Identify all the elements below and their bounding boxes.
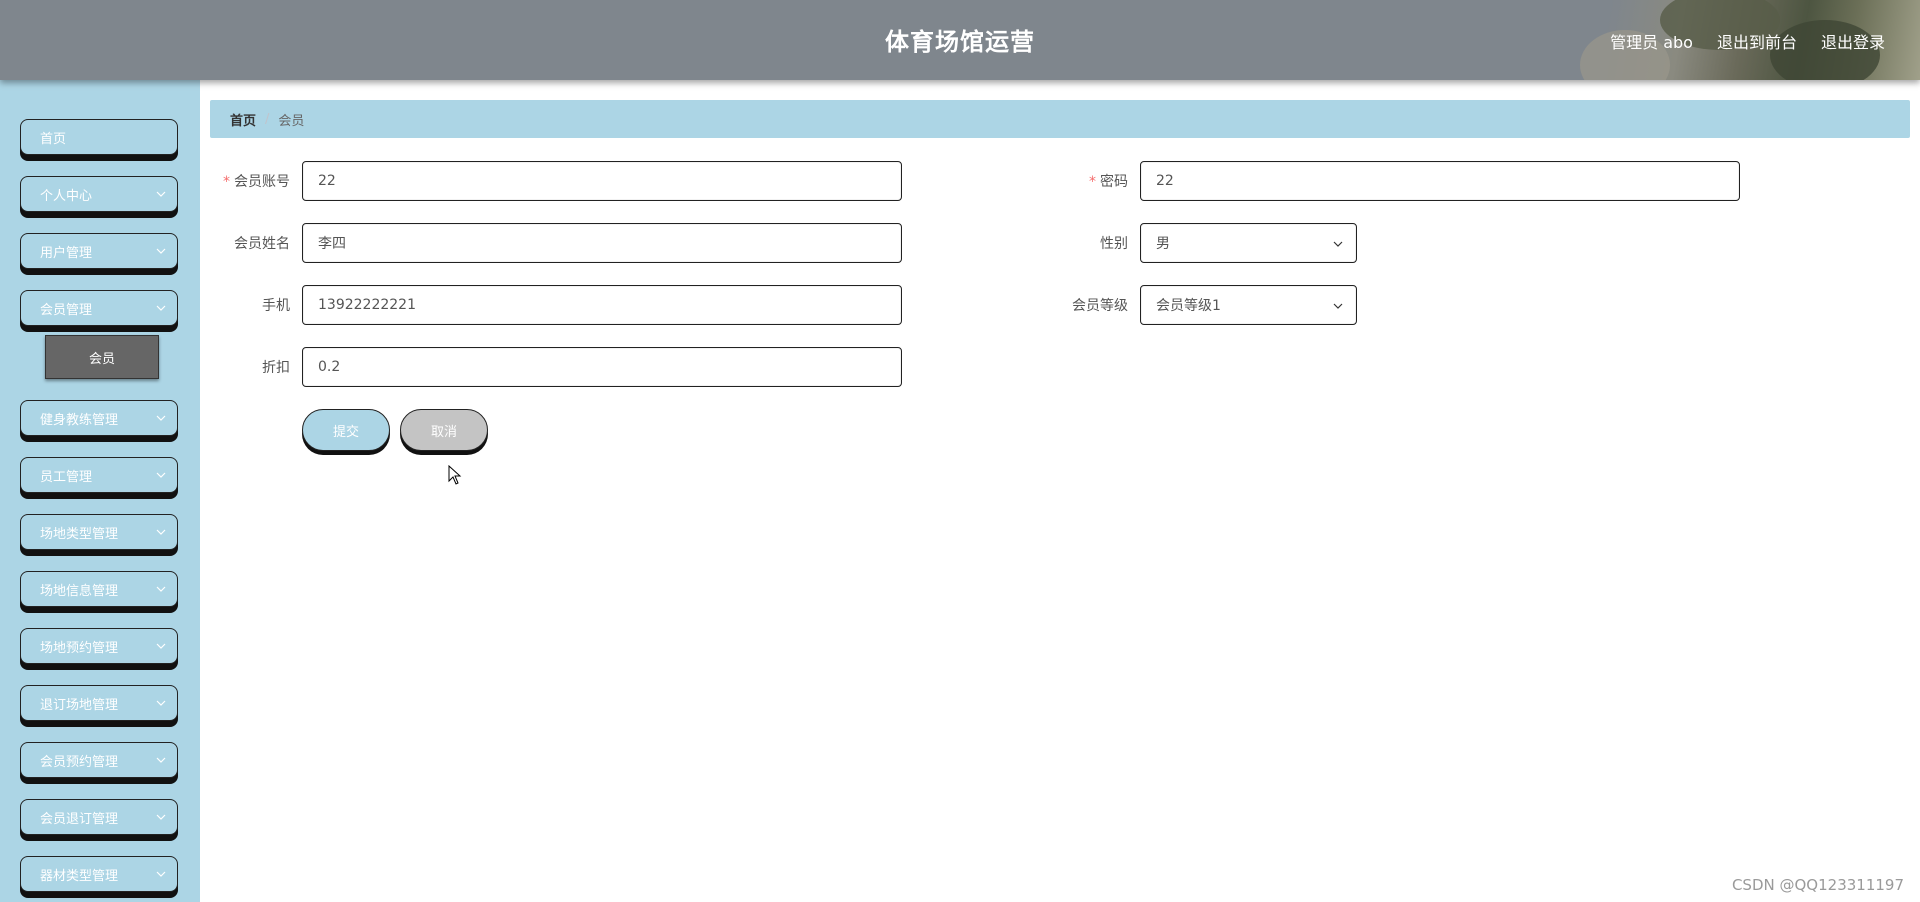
sidebar-item-label: 首页 — [40, 131, 67, 147]
account-label: * 会员账号 — [170, 171, 290, 191]
name-input[interactable]: 李四 — [302, 223, 902, 263]
sidebar-item-venue-cancel-management[interactable]: 退订场地管理 — [20, 685, 178, 721]
member-level-select[interactable]: 会员等级1 — [1140, 285, 1357, 325]
sidebar-subitem-member[interactable]: 会员 — [45, 335, 159, 379]
breadcrumb: 首页 / 会员 — [210, 100, 1910, 138]
exit-to-frontend-link[interactable]: 退出到前台 — [1717, 29, 1797, 53]
sidebar-item-label: 会员管理 — [40, 302, 93, 318]
sidebar: 首页 个人中心 用户管理 会员管理 会员 健身教练管理 员工管理 场地类型管理 … — [0, 80, 200, 902]
password-label-text: 密码 — [1100, 174, 1128, 190]
gender-select-value: 男 — [1156, 236, 1170, 252]
gender-select[interactable]: 男 — [1140, 223, 1357, 263]
chevron-down-icon — [156, 415, 166, 421]
sidebar-item-label: 退订场地管理 — [40, 697, 119, 713]
chevron-down-icon — [156, 472, 166, 478]
sidebar-item-user-management[interactable]: 用户管理 — [20, 233, 178, 269]
discount-input[interactable]: 0.2 — [302, 347, 902, 387]
account-input[interactable]: 22 — [302, 161, 902, 201]
sidebar-item-venue-info-management[interactable]: 场地信息管理 — [20, 571, 178, 607]
sidebar-item-label: 用户管理 — [40, 245, 93, 261]
sidebar-item-label: 场地预约管理 — [40, 640, 119, 656]
sidebar-item-equipment-type-management[interactable]: 器材类型管理 — [20, 856, 178, 892]
discount-label-text: 折扣 — [262, 360, 290, 376]
breadcrumb-current: 会员 — [278, 113, 305, 129]
sidebar-item-label: 员工管理 — [40, 469, 93, 485]
admin-user-label: 管理员 abo — [1610, 33, 1693, 52]
sidebar-item-member-cancel-management[interactable]: 会员退订管理 — [20, 799, 178, 835]
sidebar-item-staff-management[interactable]: 员工管理 — [20, 457, 178, 493]
breadcrumb-home[interactable]: 首页 — [230, 110, 256, 129]
submit-button-label: 提交 — [332, 424, 359, 440]
sidebar-item-venue-booking-management[interactable]: 场地预约管理 — [20, 628, 178, 664]
sidebar-item-home[interactable]: 首页 — [20, 119, 178, 155]
required-mark: * — [223, 174, 230, 190]
chevron-down-icon — [1333, 303, 1343, 309]
cancel-button-label: 取消 — [430, 424, 457, 440]
chevron-down-icon — [156, 757, 166, 763]
sidebar-item-coach-management[interactable]: 健身教练管理 — [20, 400, 178, 436]
level-label-text: 会员等级 — [1072, 298, 1128, 314]
chevron-down-icon — [156, 529, 166, 535]
level-label: 会员等级 — [1008, 295, 1128, 315]
sidebar-item-label: 健身教练管理 — [40, 412, 119, 428]
sidebar-item-label: 会员预约管理 — [40, 754, 119, 770]
chevron-down-icon — [156, 871, 166, 877]
chevron-down-icon — [156, 586, 166, 592]
name-input-value: 李四 — [318, 236, 346, 252]
mouse-cursor-icon — [448, 465, 462, 485]
submit-button[interactable]: 提交 — [302, 409, 390, 451]
chevron-down-icon — [156, 305, 166, 311]
chevron-down-icon — [156, 814, 166, 820]
gender-label: 性别 — [1008, 233, 1128, 253]
phone-input-value: 13922222221 — [318, 297, 416, 313]
sidebar-item-venue-type-management[interactable]: 场地类型管理 — [20, 514, 178, 550]
name-label: 会员姓名 — [170, 233, 290, 253]
chevron-down-icon — [156, 643, 166, 649]
discount-label: 折扣 — [170, 357, 290, 377]
sidebar-item-personal-center[interactable]: 个人中心 — [20, 176, 178, 212]
sidebar-item-label: 个人中心 — [40, 188, 93, 204]
password-label: * 密码 — [1008, 171, 1128, 191]
sidebar-item-label: 器材类型管理 — [40, 868, 119, 884]
sidebar-item-member-booking-management[interactable]: 会员预约管理 — [20, 742, 178, 778]
sidebar-item-member-management[interactable]: 会员管理 — [20, 290, 178, 326]
top-header: 体育场馆运营 管理员 abo 退出到前台 退出登录 — [0, 0, 1920, 80]
password-input-value: 22 — [1156, 173, 1174, 189]
phone-label-text: 手机 — [262, 298, 290, 314]
chevron-down-icon — [156, 700, 166, 706]
sidebar-item-label: 场地信息管理 — [40, 583, 119, 599]
chevron-down-icon — [156, 248, 166, 254]
breadcrumb-separator: / — [265, 111, 270, 127]
sidebar-item-label: 场地类型管理 — [40, 526, 119, 542]
chevron-down-icon — [1333, 241, 1343, 247]
watermark-text: CSDN @QQ123311197 — [1731, 876, 1904, 894]
account-label-text: 会员账号 — [234, 174, 290, 190]
cancel-button[interactable]: 取消 — [400, 409, 488, 451]
name-label-text: 会员姓名 — [234, 236, 290, 252]
logout-link[interactable]: 退出登录 — [1821, 29, 1885, 53]
account-input-value: 22 — [318, 173, 336, 189]
required-mark: * — [1089, 174, 1096, 190]
chevron-down-icon — [156, 191, 166, 197]
discount-input-value: 0.2 — [318, 359, 341, 375]
sidebar-subitem-label: 会员 — [88, 351, 115, 367]
member-level-value: 会员等级1 — [1156, 298, 1221, 314]
password-input[interactable]: 22 — [1140, 161, 1740, 201]
gender-label-text: 性别 — [1100, 236, 1128, 252]
phone-input[interactable]: 13922222221 — [302, 285, 902, 325]
sidebar-item-label: 会员退订管理 — [40, 811, 119, 827]
header-links: 管理员 abo 退出到前台 退出登录 — [1610, 29, 1885, 53]
phone-label: 手机 — [170, 295, 290, 315]
